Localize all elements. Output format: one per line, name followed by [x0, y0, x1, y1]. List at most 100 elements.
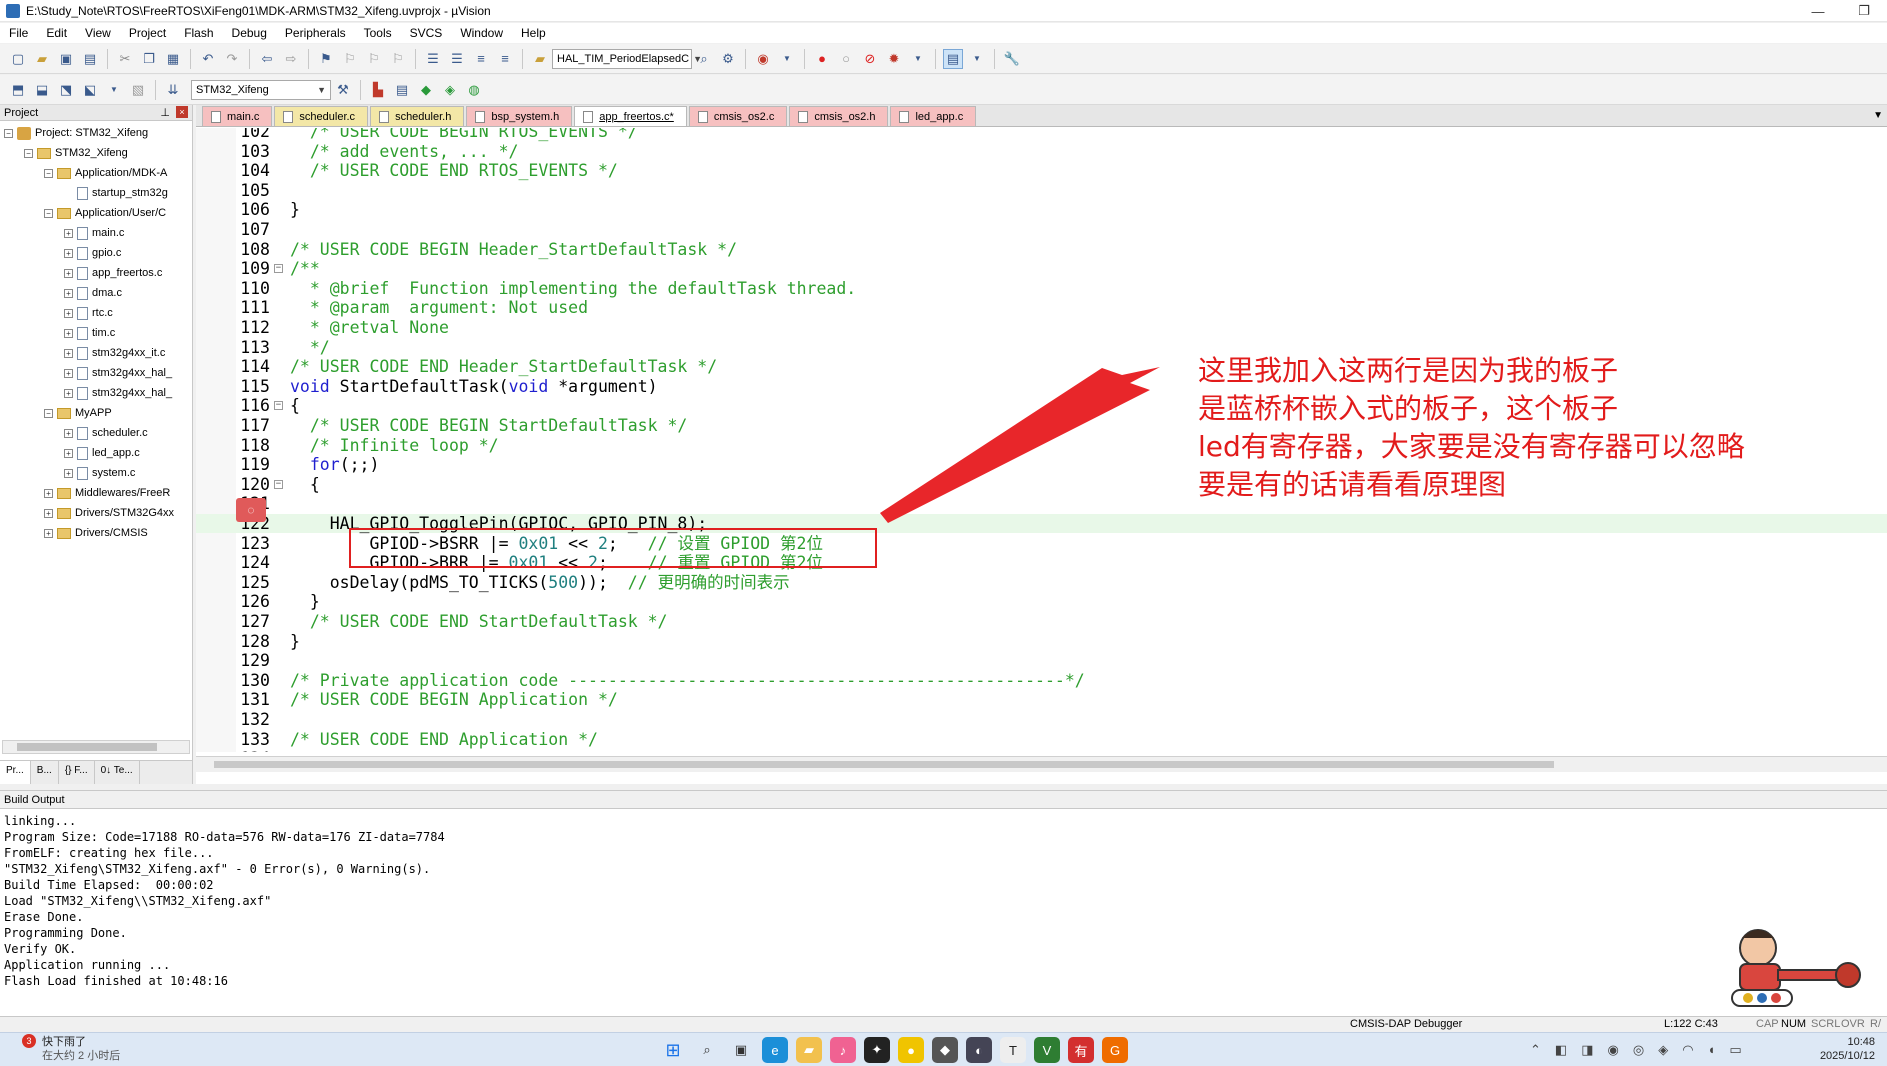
- tree-item[interactable]: − Application/User/C: [0, 203, 192, 223]
- editor-tab[interactable]: cmsis_os2.h: [789, 106, 889, 126]
- indent-icon[interactable]: ☰: [423, 49, 443, 69]
- app-green-icon[interactable]: ●: [898, 1037, 924, 1063]
- code-line[interactable]: 107: [196, 220, 1887, 239]
- code-line[interactable]: 131 /* USER CODE BEGIN Application */: [196, 690, 1887, 709]
- expand-icon[interactable]: +: [64, 468, 73, 478]
- edge-icon[interactable]: e: [762, 1037, 788, 1063]
- function-combo[interactable]: HAL_TIM_PeriodElapsedC ▼: [552, 48, 702, 69]
- stop-build-icon[interactable]: ▧: [128, 80, 148, 100]
- download-icon[interactable]: ⇊: [163, 80, 183, 100]
- code-line[interactable]: 130 /* Private application code ---------…: [196, 671, 1887, 690]
- menu-tools[interactable]: Tools: [355, 26, 401, 40]
- manage-components-icon[interactable]: ▙: [368, 80, 388, 100]
- code-line[interactable]: 105: [196, 181, 1887, 200]
- menu-flash[interactable]: Flash: [175, 26, 222, 40]
- code-line[interactable]: 132: [196, 710, 1887, 729]
- bookmark-icon[interactable]: ⚑: [316, 49, 336, 69]
- app-orange-icon[interactable]: G: [1102, 1037, 1128, 1063]
- editor-horizontal-scrollbar[interactable]: [196, 756, 1887, 772]
- code-line[interactable]: 133 /* USER CODE END Application */: [196, 730, 1887, 749]
- expand-icon[interactable]: +: [64, 288, 73, 298]
- chevron-down-icon[interactable]: ▼: [104, 80, 124, 100]
- tray-app-icon[interactable]: ◈: [1658, 1042, 1668, 1058]
- code-line[interactable]: 111 * @param argument: Not used: [196, 298, 1887, 317]
- menu-window[interactable]: Window: [451, 26, 512, 40]
- breakpoint-kill-icon[interactable]: ⊘: [860, 49, 880, 69]
- copy-icon[interactable]: ❐: [139, 49, 159, 69]
- tree-item[interactable]: + app_freertos.c: [0, 263, 192, 283]
- code-line[interactable]: 126 }: [196, 592, 1887, 611]
- cut-icon[interactable]: ✂: [115, 49, 135, 69]
- chevron-down-icon[interactable]: ▼: [967, 49, 987, 69]
- expand-icon[interactable]: +: [44, 528, 53, 538]
- qq-icon[interactable]: ✦: [864, 1037, 890, 1063]
- tray-app-icon[interactable]: ◎: [1633, 1042, 1644, 1058]
- code-line[interactable]: 127 /* USER CODE END StartDefaultTask */: [196, 612, 1887, 631]
- typora-icon[interactable]: T: [1000, 1037, 1026, 1063]
- tree-item[interactable]: + led_app.c: [0, 443, 192, 463]
- redo-icon[interactable]: ↷: [222, 49, 242, 69]
- tree-item[interactable]: − Application/MDK-A: [0, 163, 192, 183]
- paste-icon[interactable]: ▦: [163, 49, 183, 69]
- code-line[interactable]: 125 osDelay(pdMS_TO_TICKS(500)); // 更明确的…: [196, 573, 1887, 592]
- tree-item[interactable]: + stm32g4xx_it.c: [0, 343, 192, 363]
- tree-item[interactable]: startup_stm32g: [0, 183, 192, 203]
- code-line[interactable]: 128}: [196, 632, 1887, 651]
- editor-tab[interactable]: led_app.c: [890, 106, 977, 126]
- save-all-icon[interactable]: ▤: [80, 49, 100, 69]
- unindent-icon[interactable]: ☰: [447, 49, 467, 69]
- tree-item[interactable]: + scheduler.c: [0, 423, 192, 443]
- app-cat-icon[interactable]: ◐: [966, 1037, 992, 1063]
- collapse-icon[interactable]: −: [44, 408, 53, 418]
- build-output-log[interactable]: linking... Program Size: Code=17188 RO-da…: [0, 809, 1887, 993]
- new-file-icon[interactable]: ▢: [8, 49, 28, 69]
- tree-item[interactable]: + main.c: [0, 223, 192, 243]
- comment-icon[interactable]: ≡: [471, 49, 491, 69]
- tree-item[interactable]: − MyAPP: [0, 403, 192, 423]
- batch-build-icon[interactable]: ⬕: [80, 80, 100, 100]
- editor-tab[interactable]: app_freertos.c*: [574, 106, 687, 126]
- expand-icon[interactable]: +: [64, 308, 73, 318]
- tray-app-icon[interactable]: ◨: [1581, 1042, 1593, 1058]
- code-line[interactable]: 109−/**: [196, 259, 1887, 278]
- tree-item[interactable]: + stm32g4xx_hal_: [0, 363, 192, 383]
- start-icon[interactable]: ⊞: [660, 1037, 686, 1063]
- app-pink-icon[interactable]: ♪: [830, 1037, 856, 1063]
- expand-icon[interactable]: +: [44, 508, 53, 518]
- battery-icon[interactable]: ▭: [1729, 1042, 1741, 1058]
- tree-item[interactable]: − STM32_Xifeng: [0, 143, 192, 163]
- expand-icon[interactable]: +: [64, 228, 73, 238]
- pack-update-icon[interactable]: ◍: [464, 80, 484, 100]
- expand-icon[interactable]: +: [64, 328, 73, 338]
- collapse-icon[interactable]: −: [44, 168, 53, 178]
- find-icon[interactable]: ⌕: [694, 49, 714, 69]
- open-file-icon[interactable]: ▰: [32, 49, 52, 69]
- chevron-down-icon[interactable]: ▼: [908, 49, 928, 69]
- code-line[interactable]: 106}: [196, 200, 1887, 219]
- tree-item[interactable]: + Middlewares/FreeR: [0, 483, 192, 503]
- save-icon[interactable]: ▣: [56, 49, 76, 69]
- tray-app-icon[interactable]: ◉: [1608, 1042, 1619, 1058]
- find-in-files-icon[interactable]: ▰: [530, 49, 550, 69]
- tray-app-icon[interactable]: ◧: [1555, 1042, 1567, 1058]
- breakpoint-options-icon[interactable]: ✹: [884, 49, 904, 69]
- uncomment-icon[interactable]: ≡: [495, 49, 515, 69]
- window-layout-icon[interactable]: ▤: [943, 48, 963, 69]
- expand-icon[interactable]: +: [64, 428, 73, 438]
- menu-edit[interactable]: Edit: [37, 26, 76, 40]
- build-icon[interactable]: ⬓: [32, 80, 52, 100]
- tree-item[interactable]: + stm32g4xx_hal_: [0, 383, 192, 403]
- tree-item[interactable]: + dma.c: [0, 283, 192, 303]
- volume-icon[interactable]: ◖: [1708, 1042, 1716, 1058]
- tree-item[interactable]: + system.c: [0, 463, 192, 483]
- pin-icon[interactable]: ⊥: [160, 106, 170, 119]
- code-line[interactable]: 108 /* USER CODE BEGIN Header_StartDefaul…: [196, 240, 1887, 259]
- collapse-icon[interactable]: −: [4, 128, 13, 138]
- tree-item[interactable]: + tim.c: [0, 323, 192, 343]
- tab-functions[interactable]: {} F...: [59, 761, 95, 784]
- close-icon[interactable]: ×: [176, 106, 188, 118]
- menu-help[interactable]: Help: [512, 26, 555, 40]
- menu-svcs[interactable]: SVCS: [401, 26, 452, 40]
- breakpoint-disable-icon[interactable]: ○: [836, 49, 856, 69]
- clock[interactable]: 10:48 2025/10/12: [1820, 1035, 1875, 1063]
